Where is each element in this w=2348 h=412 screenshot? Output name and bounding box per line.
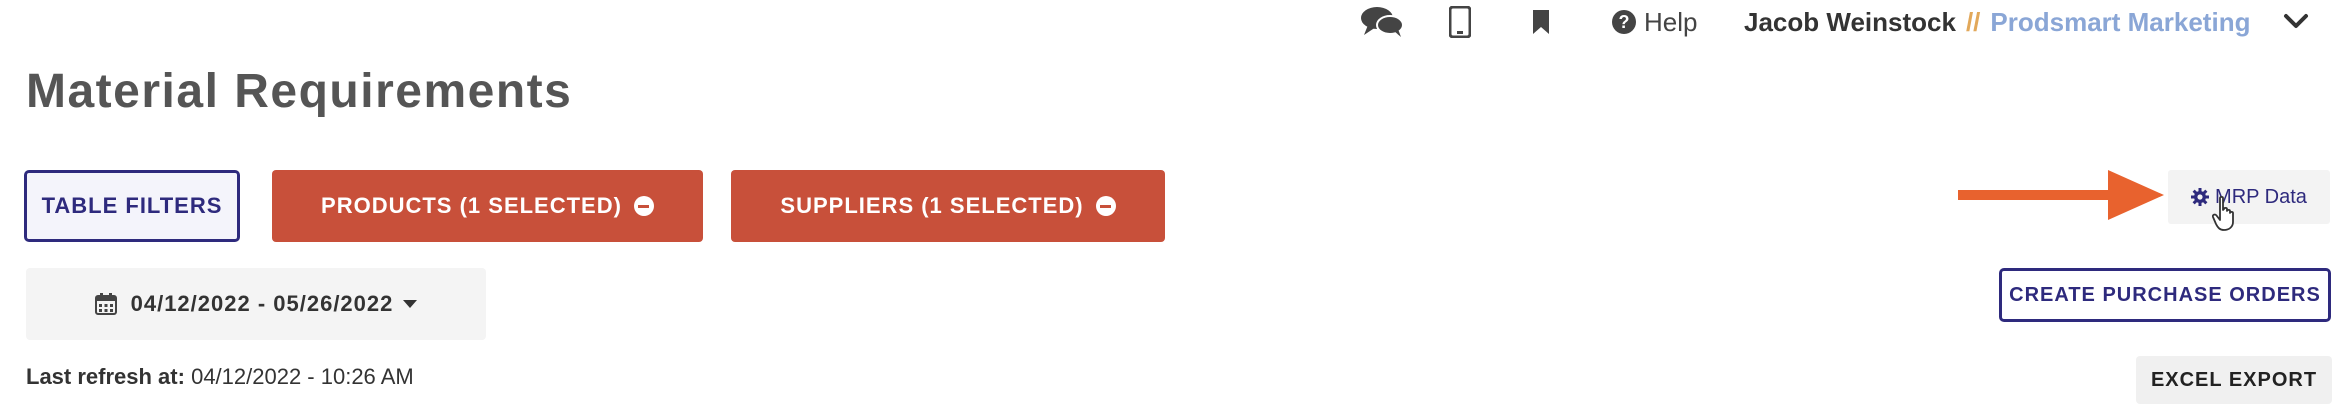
- excel-export-label: EXCEL EXPORT: [2150, 368, 2318, 391]
- bookmark-icon[interactable]: [1532, 4, 1552, 40]
- help-link[interactable]: ? Help: [1612, 4, 1697, 40]
- page-title: Material Requirements: [26, 65, 573, 118]
- suppliers-filter-button[interactable]: SUPPLIERS (1 SELECTED): [731, 170, 1165, 242]
- chat-icon[interactable]: [1360, 4, 1404, 40]
- products-filter-button[interactable]: PRODUCTS (1 SELECTED): [272, 170, 703, 242]
- user-name: Jacob Weinstock: [1744, 6, 1956, 37]
- last-refresh-label: Last refresh at:: [26, 364, 185, 389]
- excel-export-button[interactable]: EXCEL EXPORT: [2136, 356, 2332, 404]
- remove-circle-icon[interactable]: [1095, 196, 1116, 216]
- date-range-value: 04/12/2022 - 05/26/2022: [130, 291, 394, 316]
- hand-cursor-icon: [2211, 195, 2238, 237]
- date-range-picker[interactable]: 04/12/2022 - 05/26/2022: [26, 268, 486, 340]
- mobile-icon[interactable]: [1449, 4, 1473, 40]
- suppliers-filter-label: SUPPLIERS (1 SELECTED): [780, 193, 1084, 218]
- products-filter-label: PRODUCTS (1 SELECTED): [321, 193, 622, 218]
- org-name: Prodsmart Marketing: [1990, 6, 2251, 37]
- gear-icon: [2191, 188, 2210, 206]
- caret-down-icon: [403, 300, 418, 308]
- remove-circle-icon[interactable]: [633, 196, 654, 216]
- help-icon: ?: [1612, 10, 1636, 34]
- create-purchase-orders-label: CREATE PURCHASE ORDERS: [2009, 283, 2321, 306]
- table-filters-button[interactable]: TABLE FILTERS: [24, 170, 240, 242]
- annotation-arrow-icon: [1958, 170, 2164, 225]
- last-refresh: Last refresh at: 04/12/2022 - 10:26 AM: [26, 364, 414, 390]
- chevron-down-icon[interactable]: [2282, 10, 2310, 37]
- help-label: Help: [1644, 6, 1698, 37]
- user-menu[interactable]: Jacob Weinstock // Prodsmart Marketing: [1744, 4, 2250, 40]
- last-refresh-value: 04/12/2022 - 10:26 AM: [191, 364, 414, 389]
- mrp-data-button[interactable]: MRP Data: [2168, 170, 2330, 224]
- user-org-separator: //: [1965, 6, 1981, 37]
- table-filters-label: TABLE FILTERS: [41, 193, 223, 218]
- calendar-icon: [94, 293, 117, 315]
- create-purchase-orders-button[interactable]: CREATE PURCHASE ORDERS: [1999, 268, 2331, 322]
